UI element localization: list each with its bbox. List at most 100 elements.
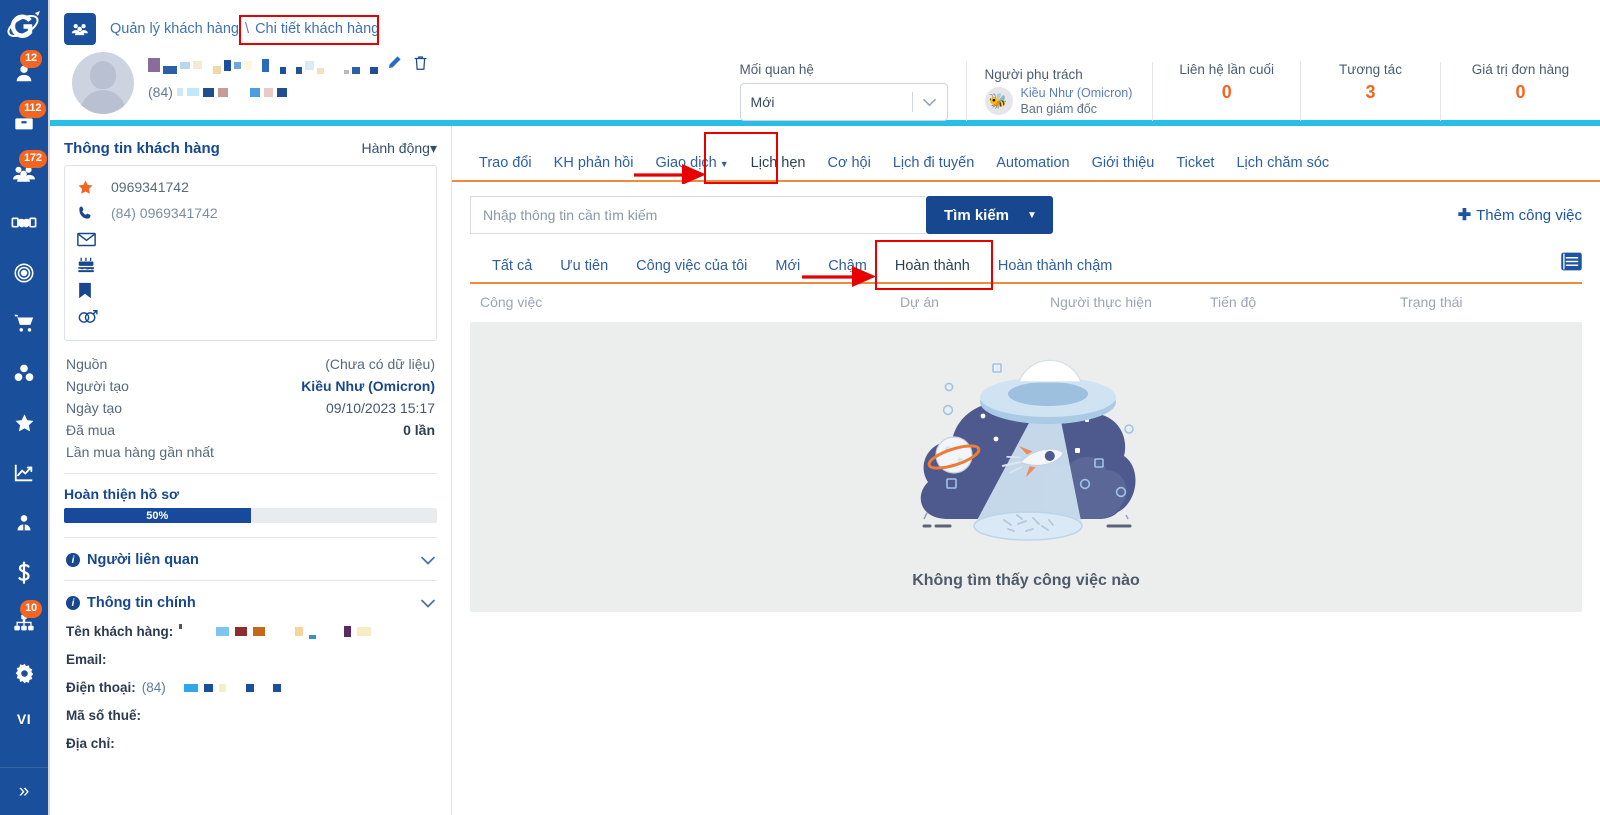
field-label: Địa chỉ:	[66, 736, 115, 751]
rail-language-switch[interactable]: VI	[0, 698, 48, 740]
subtab-tat-ca[interactable]: Tất cả	[478, 254, 546, 282]
column-header-du-an: Dự án	[900, 294, 939, 310]
app-root: 12 112 172 10 VI » Quản lý khách hàng \ …	[0, 0, 1600, 815]
detail-row: Người tạo Kiều Như (Omicron)	[64, 375, 437, 397]
rail-item-inbox-icon[interactable]: 112	[0, 98, 48, 148]
rail-badge-contacts: 12	[20, 50, 42, 68]
subtab-hoan-thanh[interactable]: Hoàn thành	[881, 254, 984, 282]
sidebar-title: Thông tin khách hàng	[64, 140, 220, 157]
tab-lich-di-tuyen[interactable]: Lịch đi tuyến	[882, 149, 985, 180]
rail-expand-icon[interactable]: »	[0, 767, 48, 815]
detail-row: Nguồn (Chưa có dữ liệu)	[64, 353, 437, 375]
rail-item-star-icon[interactable]	[0, 398, 48, 448]
field-label: Mã số thuế:	[66, 708, 142, 723]
rail-badge-org-chart: 10	[20, 600, 42, 618]
rail-item-settings-gear-icon[interactable]	[0, 648, 48, 698]
detail-value: 09/10/2023 15:17	[326, 400, 435, 416]
detail-key: Nguồn	[66, 356, 108, 372]
kpi-value: 0	[1221, 82, 1232, 102]
kpi-value: 3	[1365, 82, 1376, 102]
breadcrumb-row: Quản lý khách hàng \ Chi tiết khách hàng	[50, 0, 1600, 46]
accordion-title-wrap: i Người liên quan	[66, 552, 199, 568]
delete-customer-icon[interactable]	[413, 55, 428, 76]
profile-completion-title: Hoàn thiện hồ sơ	[64, 486, 179, 502]
field-tax-code: Mã số thuế:	[66, 708, 435, 723]
contact-line-birthday	[77, 252, 424, 278]
task-filter-tabs: Tất cả Ưu tiên Công việc của tôi Mới Chậ…	[470, 240, 1582, 290]
edit-customer-icon[interactable]	[386, 55, 402, 76]
page-header: Quản lý khách hàng \ Chi tiết khách hàng	[50, 0, 1600, 126]
accordion-related-people[interactable]: i Người liên quan	[64, 537, 437, 580]
customer-details-list: Nguồn (Chưa có dữ liệu) Người tạo Kiều N…	[64, 353, 437, 463]
customers-module-icon	[64, 13, 96, 45]
accordion-header[interactable]: i Người liên quan	[66, 552, 435, 568]
tab-co-hoi[interactable]: Cơ hội	[816, 149, 881, 180]
relationship-select[interactable]: Mới	[739, 83, 948, 121]
owner-name[interactable]: Kiều Như (Omicron)	[1021, 86, 1133, 101]
actions-label: Hành động	[361, 140, 430, 156]
rail-item-customers-group-icon[interactable]: 172	[0, 148, 48, 198]
search-input[interactable]	[470, 196, 926, 234]
add-task-button[interactable]: ✚ Thêm công việc	[1458, 205, 1582, 225]
empty-state: Không tìm thấy công việc nào	[470, 322, 1582, 612]
profile-completion-track: 50%	[64, 508, 437, 523]
tab-kh-phan-hoi[interactable]: KH phản hồi	[543, 149, 645, 180]
subtab-uu-tien[interactable]: Ưu tiên	[546, 254, 622, 282]
rail-item-org-chart-icon[interactable]: 10	[0, 598, 48, 648]
star-icon	[77, 179, 99, 196]
detail-key: Người tạo	[66, 378, 129, 394]
detail-value[interactable]: Kiều Như (Omicron)	[301, 378, 435, 394]
rail-item-chart-icon[interactable]	[0, 448, 48, 498]
rail-item-products-icon[interactable]	[0, 348, 48, 398]
empty-state-text: Không tìm thấy công việc nào	[912, 572, 1140, 589]
subtab-hoan-thanh-cham[interactable]: Hoàn thành chậm	[984, 254, 1126, 282]
subtab-cham[interactable]: Chậm	[814, 254, 881, 282]
tab-automation[interactable]: Automation	[985, 149, 1080, 180]
customer-phone-prefix: (84)	[148, 84, 173, 100]
task-table-header: Công việc Dự án Người thực hiện Tiến độ …	[470, 284, 1582, 322]
caret-down-icon[interactable]: ▼	[1027, 210, 1037, 221]
relationship-value: Mới	[750, 94, 775, 110]
detail-key: Ngày tạo	[66, 400, 123, 416]
tab-gioi-thieu[interactable]: Giới thiệu	[1081, 149, 1166, 180]
column-header-trang-thai: Trạng thái	[1400, 294, 1463, 310]
rail-badge-customers: 172	[19, 150, 47, 168]
field-label: Email:	[66, 652, 107, 667]
rail-item-target-icon[interactable]	[0, 248, 48, 298]
profile-completion-block: Hoàn thiện hồ sơ 50%	[64, 486, 437, 523]
accordion-header[interactable]: i Thông tin chính	[66, 595, 435, 611]
search-button[interactable]: Tìm kiếm ▼	[926, 196, 1053, 234]
app-logo[interactable]	[2, 6, 46, 48]
tab-lich-hen[interactable]: Lịch hẹn	[740, 149, 817, 180]
column-header-tien-do: Tiến độ	[1210, 294, 1257, 310]
chevron-down-icon[interactable]	[913, 98, 947, 107]
detail-value: (Chưa có dữ liệu)	[325, 356, 435, 372]
subtab-cong-viec-cua-toi[interactable]: Công việc của tôi	[622, 254, 761, 282]
main-area: Quản lý khách hàng \ Chi tiết khách hàng	[48, 0, 1600, 815]
detail-row: Lần mua hàng gần nhất	[64, 441, 437, 463]
left-icon-rail: 12 112 172 10 VI »	[0, 0, 48, 815]
contact-value: (84) 0969341742	[111, 205, 218, 221]
owner-field: Người phụ trách 🐝 Kiều Như (Omicron) Ban…	[965, 62, 1153, 121]
rail-item-team-icon[interactable]	[0, 498, 48, 548]
tab-giao-dich[interactable]: Giao dịch ▼	[644, 149, 739, 180]
subtab-moi[interactable]: Mới	[761, 254, 814, 282]
detail-row: Ngày tạo 09/10/2023 15:17	[64, 397, 437, 419]
actions-dropdown[interactable]: Hành động▾	[361, 140, 437, 157]
chevron-down-icon[interactable]	[421, 596, 435, 611]
tab-lich-cham-soc[interactable]: Lịch chăm sóc	[1225, 149, 1340, 180]
phone-icon	[77, 205, 99, 221]
detail-key: Lần mua hàng gần nhất	[66, 444, 214, 460]
rail-item-dollar-icon[interactable]	[0, 548, 48, 598]
tab-ticket[interactable]: Ticket	[1165, 149, 1225, 180]
tab-trao-doi[interactable]: Trao đổi	[468, 149, 543, 180]
rail-item-cart-icon[interactable]	[0, 298, 48, 348]
rail-item-contacts-icon[interactable]: 12	[0, 48, 48, 98]
list-view-icon[interactable]	[1561, 252, 1582, 282]
breadcrumb-root[interactable]: Quản lý khách hàng	[110, 21, 239, 37]
rail-item-handshake-icon[interactable]	[0, 198, 48, 248]
relationship-field: Mối quan hệ Mới	[726, 62, 966, 121]
info-icon: i	[66, 596, 80, 610]
chevron-down-icon[interactable]	[421, 553, 435, 568]
sidebar-header: Thông tin khách hàng Hành động▾	[64, 140, 437, 157]
